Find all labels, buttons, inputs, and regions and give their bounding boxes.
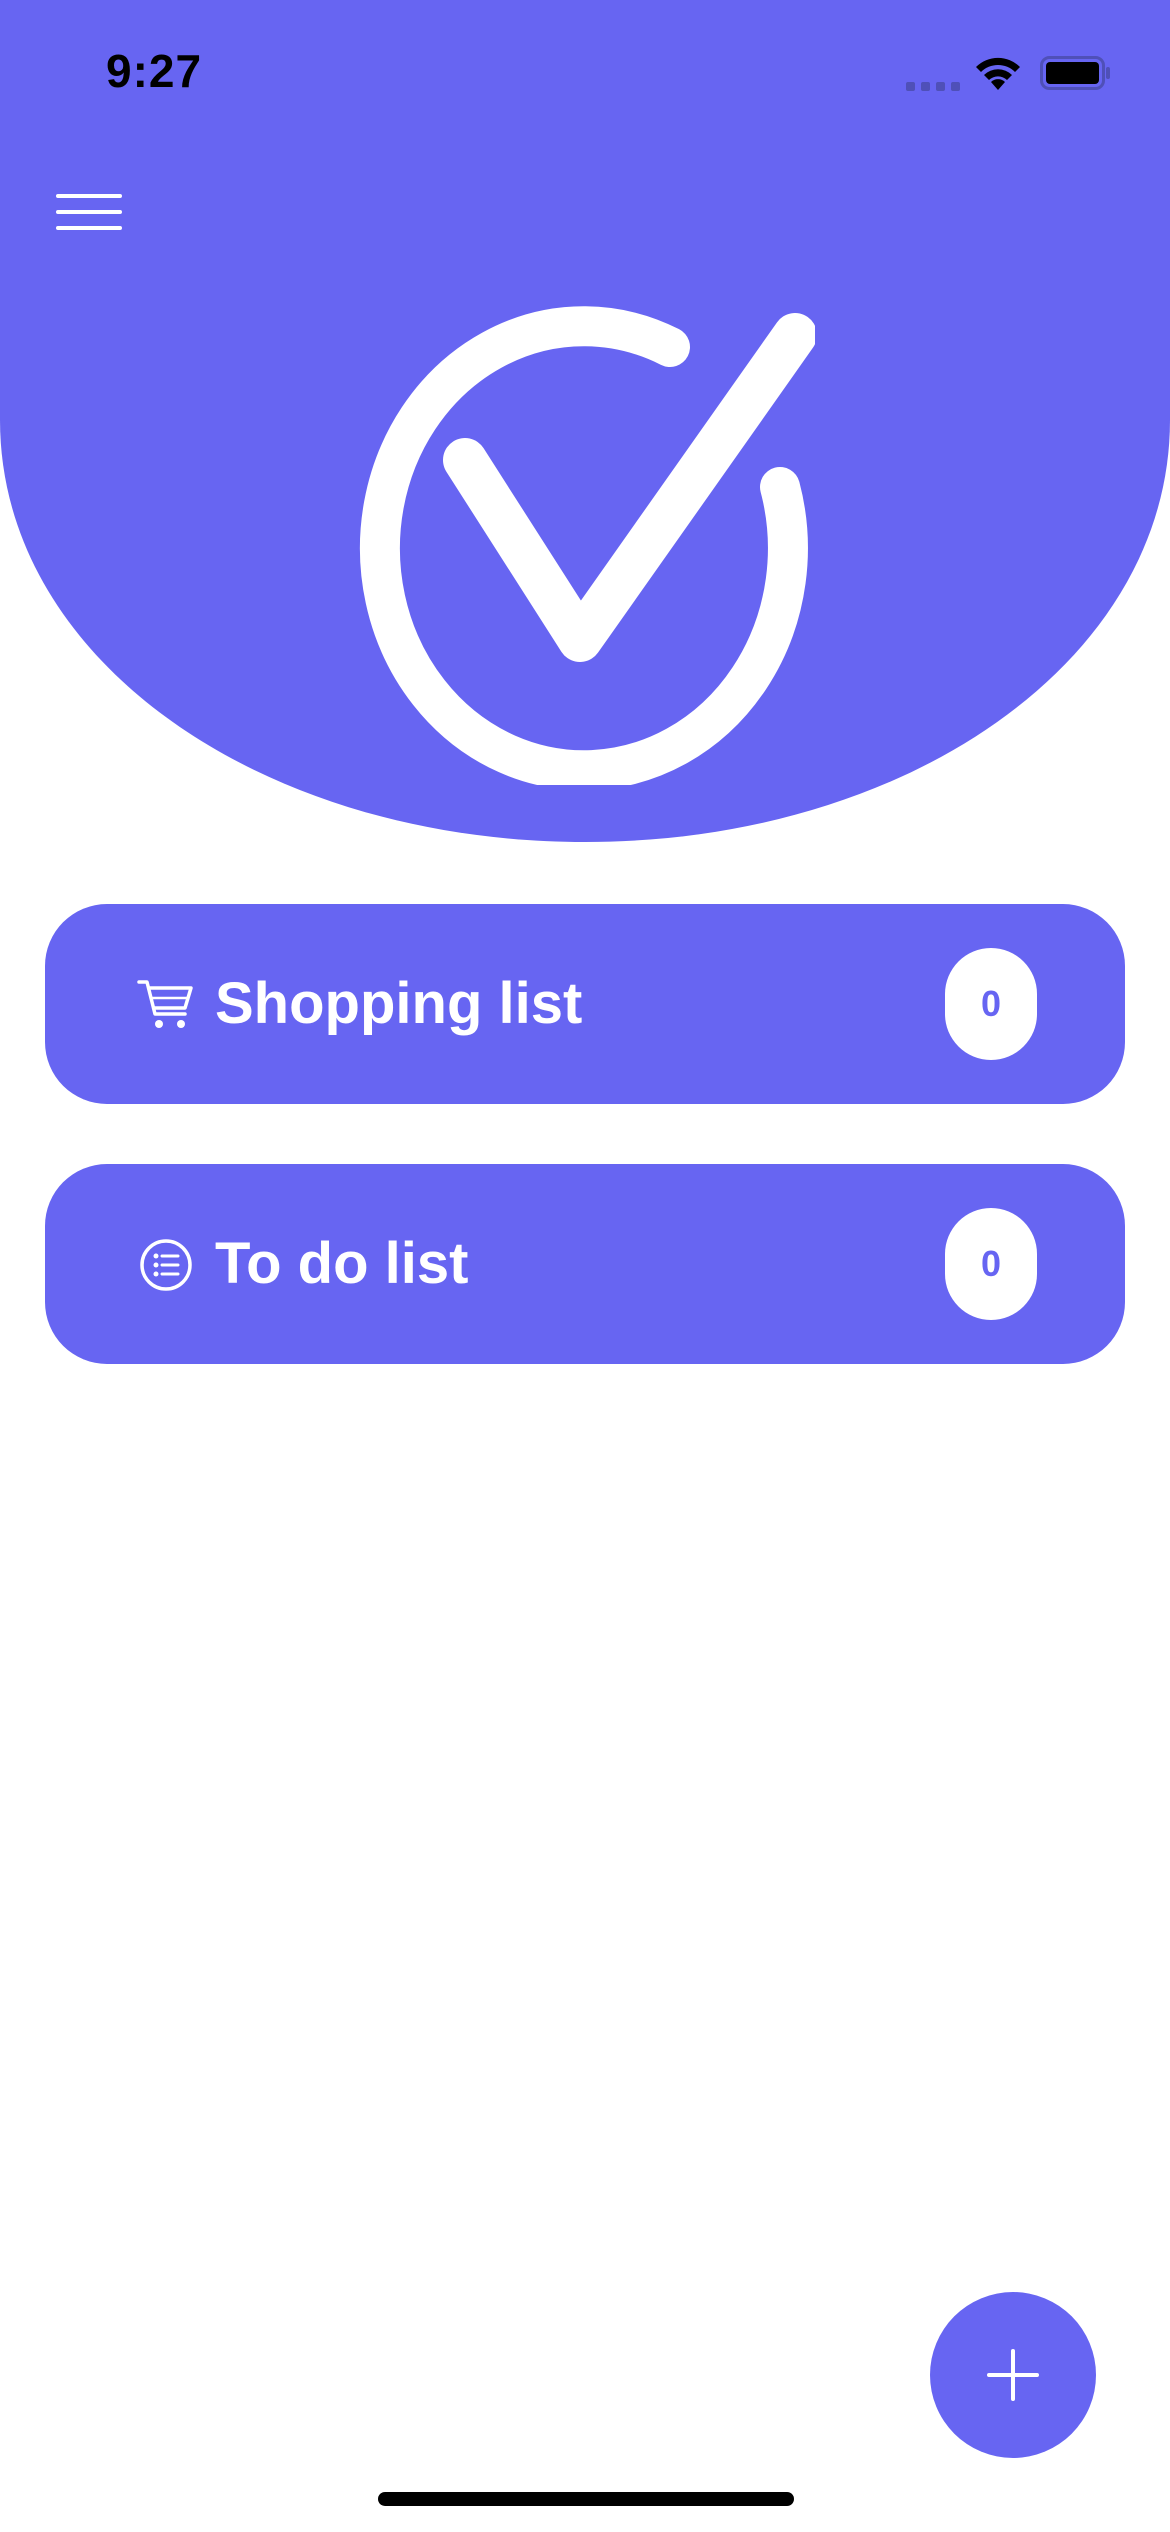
app-screen: 9:27 Shopping list 0 To do list 0 [0, 0, 1170, 2532]
shopping-list-count-badge: 0 [945, 948, 1037, 1060]
home-indicator [378, 2492, 794, 2506]
hamburger-menu-icon[interactable] [54, 192, 126, 240]
shopping-cart-icon [137, 980, 193, 1028]
to-do-list-card[interactable]: To do list 0 [45, 1164, 1125, 1364]
status-time: 9:27 [106, 45, 203, 97]
add-list-button[interactable] [930, 2292, 1096, 2458]
shopping-list-card[interactable]: Shopping list 0 [45, 904, 1125, 1104]
shopping-list-label: Shopping list [215, 971, 583, 1036]
checkmark-circle-icon [359, 306, 815, 785]
list-bullet-icon [140, 1239, 192, 1291]
plus-icon [987, 2349, 1039, 2401]
cellular-signal-icon [906, 82, 960, 91]
to-do-list-label: To do list [215, 1231, 469, 1296]
wifi-icon [976, 57, 1020, 90]
to-do-list-count-badge: 0 [945, 1208, 1037, 1320]
battery-icon [1040, 56, 1110, 90]
